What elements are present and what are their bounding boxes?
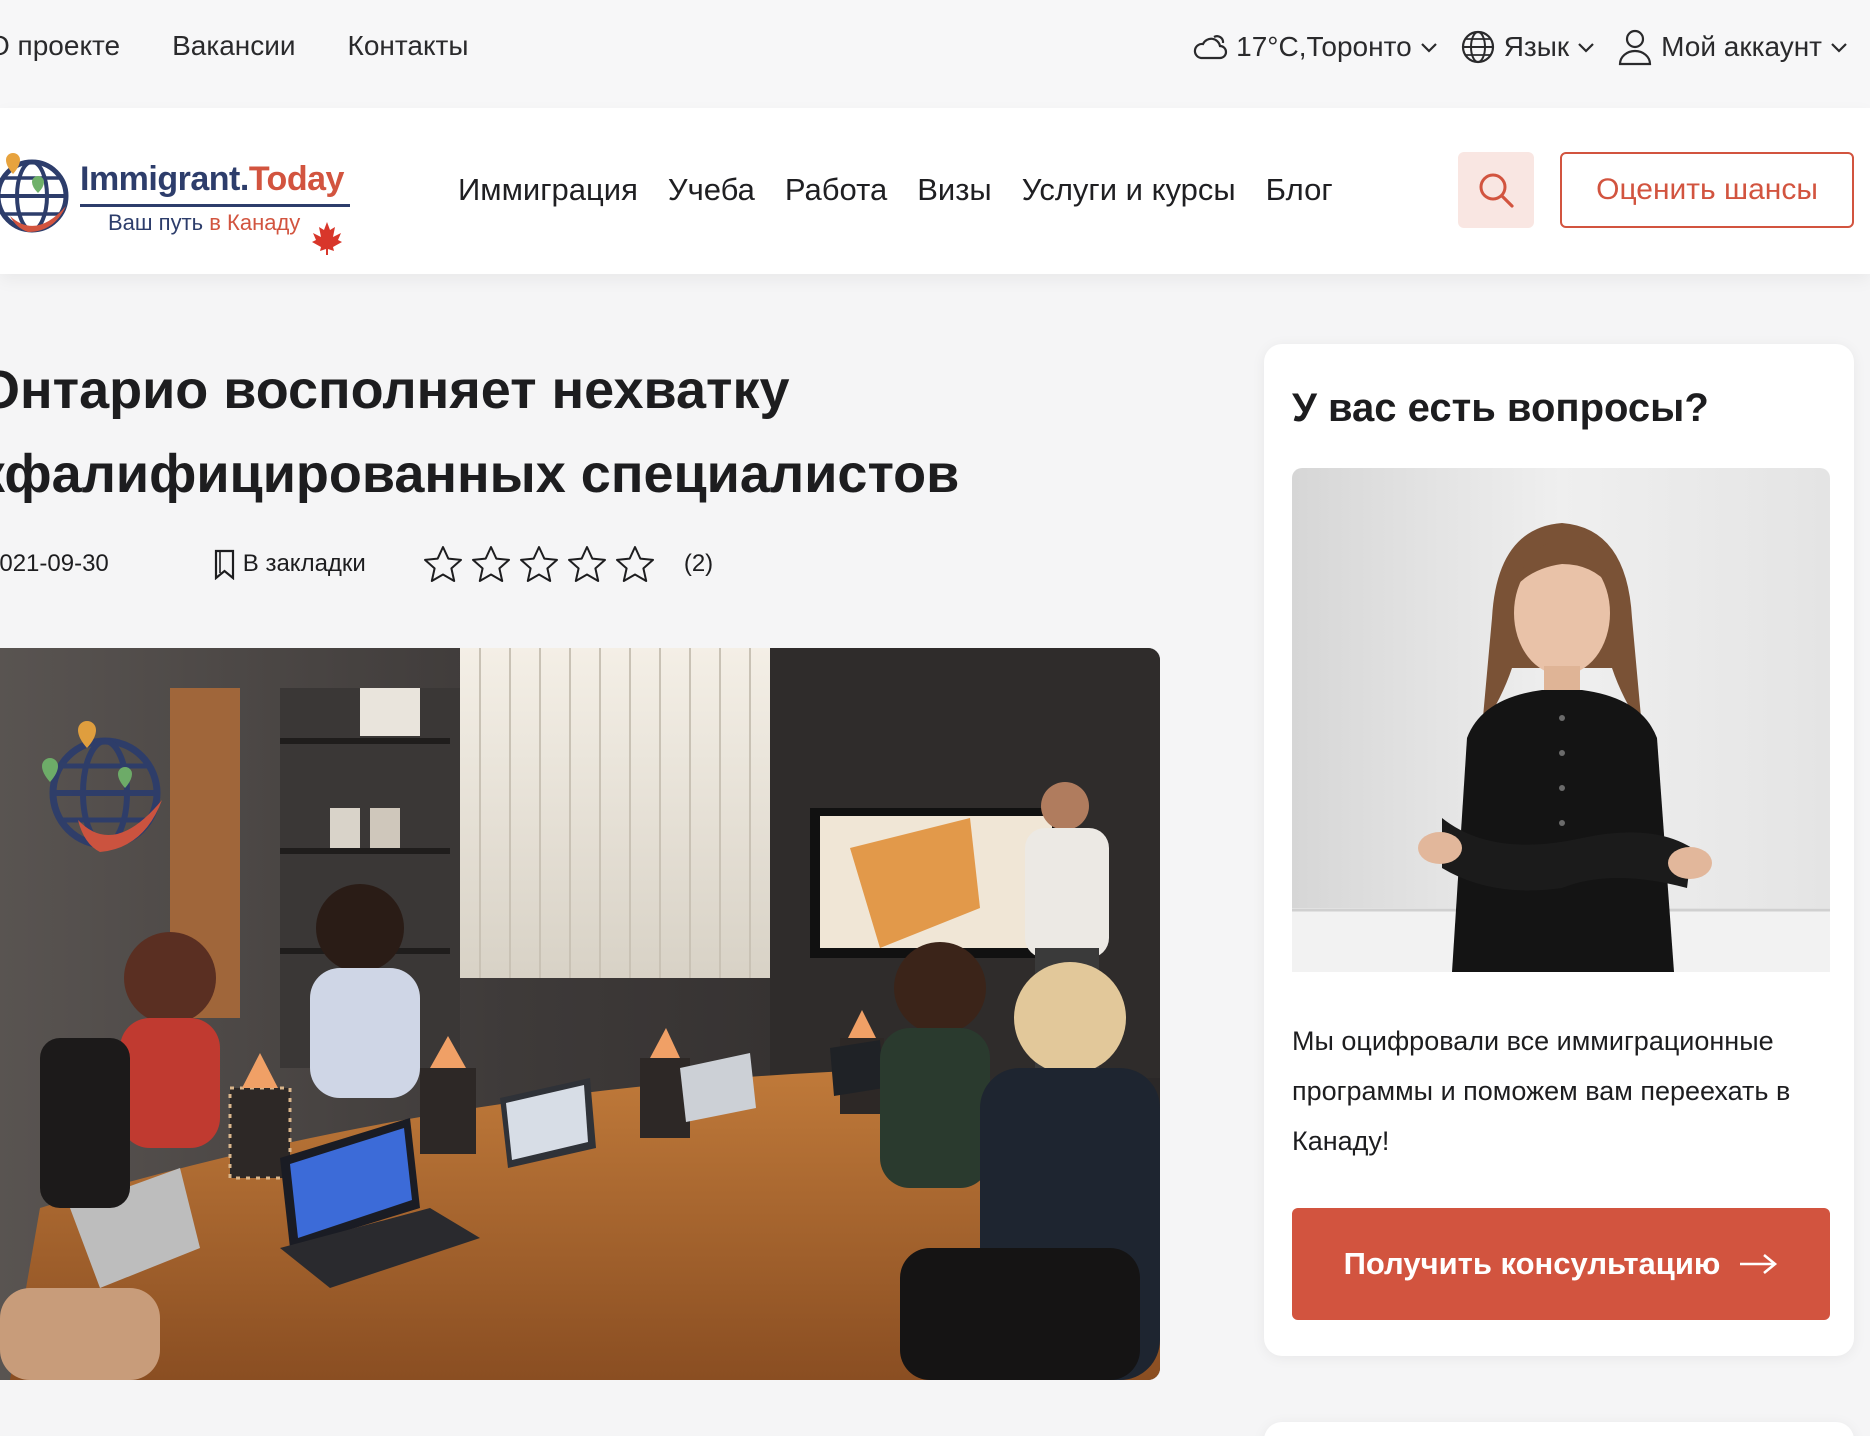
star-icon[interactable] (518, 544, 560, 584)
chevron-down-icon (1831, 43, 1847, 53)
top-utility-bar: О проекте Вакансии Контакты 17°C,Торонто (0, 0, 1870, 108)
star-icon[interactable] (470, 544, 512, 584)
bookmark-label: В закладки (242, 550, 366, 577)
top-link-about[interactable]: О проекте (0, 30, 120, 62)
globe-logo-icon (0, 153, 69, 233)
article-title: Онтарио восполняет нехватку кфалифициров… (0, 348, 1178, 516)
top-utilities: 17°C,Торонто Язык Мой аккаунт (1192, 28, 1848, 66)
meeting-room-photo (0, 648, 1160, 1380)
logo-brand-accent: Today (248, 160, 345, 198)
nav-visas[interactable]: Визы (917, 172, 992, 208)
language-label: Язык (1503, 31, 1570, 62)
main-header: Immigrant.Today Ваш путь в Канаду Иммигр… (0, 108, 1870, 274)
nav-services[interactable]: Услуги и курсы (1022, 172, 1236, 208)
estimate-chances-button[interactable]: Оценить шансы (1560, 152, 1854, 228)
questions-card-text: Мы оцифровали все иммиграционные програм… (1292, 1026, 1791, 1156)
get-consultation-label: Получить консультацию (1343, 1246, 1721, 1281)
nav-blog[interactable]: Блог (1266, 172, 1333, 208)
arrow-right-icon (1740, 1253, 1778, 1275)
article-hero-image (0, 648, 1160, 1380)
page: О проекте Вакансии Контакты 17°C,Торонто (0, 0, 1870, 1436)
site-logo[interactable]: Immigrant.Today Ваш путь в Канаду (0, 130, 372, 260)
nav-study[interactable]: Учеба (668, 172, 755, 208)
questions-card-title: У вас есть вопросы? (1292, 386, 1709, 430)
nav-immigration[interactable]: Иммиграция (458, 172, 638, 208)
language-dropdown[interactable]: Язык (1460, 29, 1595, 65)
account-label: Мой аккаунт (1661, 31, 1822, 62)
logo-tagline: Ваш путь в Канаду (108, 210, 300, 236)
bookmark-icon (214, 549, 234, 580)
main-nav: Иммиграция Учеба Работа Визы Услуги и ку… (458, 172, 1333, 208)
cloud-icon (1193, 35, 1228, 60)
maple-leaf-icon (312, 222, 342, 255)
article-meta: 2021-09-30 В закладки (2) (0, 544, 713, 584)
rating-stars (422, 544, 656, 584)
user-icon (1619, 29, 1652, 66)
top-links: О проекте Вакансии Контакты (0, 30, 468, 62)
star-icon[interactable] (566, 544, 608, 584)
top-link-contacts[interactable]: Контакты (348, 30, 469, 62)
rating-count: (2) (683, 550, 714, 577)
globe-icon (1461, 30, 1494, 64)
logo-brand: Immigrant.Today (80, 160, 344, 199)
consultant-photo (1292, 468, 1830, 972)
logo-underline (80, 204, 350, 207)
article-date: 2021-09-30 (0, 550, 109, 577)
questions-card: У вас есть вопросы? Мы оцифровали все им… (1264, 344, 1854, 1356)
top-link-vacancies[interactable]: Вакансии (172, 30, 295, 62)
logo-tagline-main: Ваш путь (108, 210, 210, 235)
chevron-down-icon (1420, 43, 1437, 53)
weather-dropdown[interactable]: 17°C,Торонто (1192, 31, 1438, 63)
star-icon[interactable] (614, 544, 656, 584)
chevron-down-icon (1578, 43, 1594, 53)
logo-tagline-accent: в Канаду (209, 210, 301, 235)
next-sidebar-card (1264, 1422, 1854, 1436)
search-icon (1479, 173, 1514, 208)
search-button[interactable] (1458, 152, 1534, 228)
nav-work[interactable]: Работа (785, 172, 887, 208)
logo-brand-main: Immigrant. (80, 160, 249, 198)
bookmark-button[interactable]: В закладки (213, 548, 366, 580)
weather-label: 17°C,Торонто (1236, 31, 1412, 62)
account-dropdown[interactable]: Мой аккаунт (1617, 28, 1848, 66)
article-title-line-1: Онтарио восполняет нехватку (0, 360, 790, 420)
get-consultation-button[interactable]: Получить консультацию (1292, 1208, 1830, 1320)
consultant-portrait (1292, 468, 1830, 972)
star-icon[interactable] (422, 544, 464, 584)
article-title-line-2: кфалифицированных специалистов (0, 444, 960, 504)
